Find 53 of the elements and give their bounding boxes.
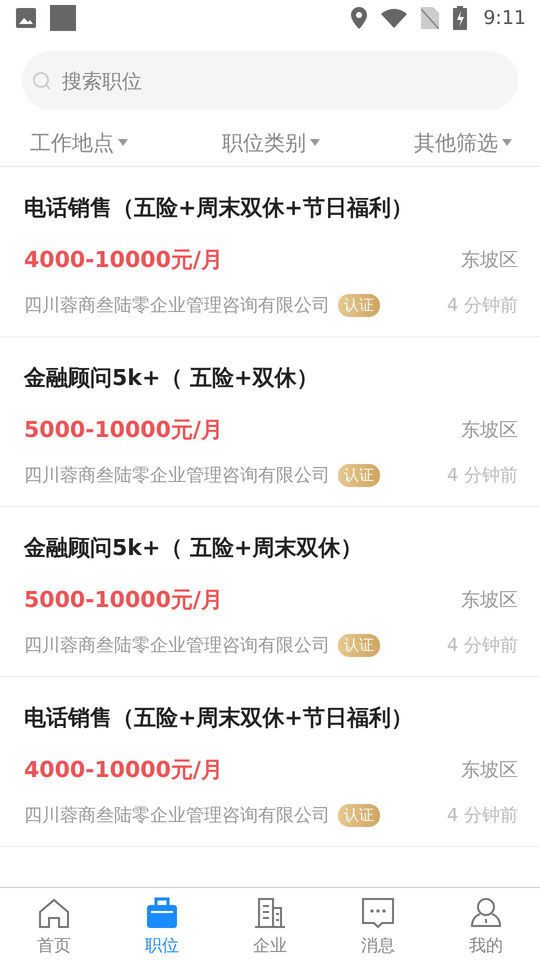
nav-tab[interactable]: 职位 bbox=[108, 888, 216, 960]
search-field[interactable]: 搜索职位 bbox=[22, 51, 518, 110]
company-name: 四川蓉商叁陆零企业管理咨询有限公司 bbox=[24, 294, 330, 317]
verified-badge: 认证 bbox=[338, 464, 380, 486]
search-icon bbox=[32, 71, 52, 91]
caret-icon bbox=[310, 139, 320, 147]
home-icon bbox=[37, 896, 71, 930]
job-title: 电话销售（五险+周末双休+节日福利） bbox=[24, 195, 414, 223]
posted-time: 4 分钟前 bbox=[446, 464, 518, 487]
chat-icon bbox=[361, 896, 395, 930]
salary: 4000-10000元/月 bbox=[24, 247, 223, 275]
company-name: 四川蓉商叁陆零企业管理咨询有限公司 bbox=[24, 464, 330, 487]
district: 东坡区 bbox=[461, 758, 518, 783]
caret-icon bbox=[502, 139, 512, 147]
filter-dropdown[interactable]: 工作地点 bbox=[30, 129, 128, 157]
verified-badge: 认证 bbox=[338, 804, 380, 826]
filter-dropdown[interactable]: 其他筛选 bbox=[414, 129, 512, 157]
caret-icon bbox=[118, 139, 128, 147]
building-icon bbox=[253, 896, 287, 930]
company-name: 四川蓉商叁陆零企业管理咨询有限公司 bbox=[24, 634, 330, 657]
salary: 5000-10000元/月 bbox=[24, 587, 223, 615]
briefcase-icon bbox=[145, 896, 179, 930]
posted-time: 4 分钟前 bbox=[446, 634, 518, 657]
image-icon bbox=[16, 8, 36, 28]
job-title: 金融顾问5k+（ 五险+周末双休） bbox=[24, 535, 364, 563]
salary: 5000-10000元/月 bbox=[24, 417, 223, 445]
nav-tab[interactable]: 首页 bbox=[0, 888, 108, 960]
district: 东坡区 bbox=[461, 588, 518, 613]
job-card[interactable]: 金融顾问5k+（ 五险+双休） 5000-10000元/月 东坡区 四川蓉商叁陆零企业管理咨询有限公司 认证 4 分钟前 bbox=[0, 337, 540, 507]
nav-tab[interactable]: 企业 bbox=[216, 888, 324, 960]
posted-time: 4 分钟前 bbox=[446, 804, 518, 827]
job-title: 金融顾问5k+（ 五险+双休） bbox=[24, 365, 320, 393]
wifi-icon bbox=[381, 8, 408, 28]
district: 东坡区 bbox=[461, 248, 518, 273]
filter-dropdown[interactable]: 职位类别 bbox=[222, 129, 320, 157]
job-card[interactable]: 金融顾问5k+（ 五险+周末双休） 5000-10000元/月 东坡区 四川蓉商叁陆零企业管理咨询有限公司 认证 4 分钟前 bbox=[0, 507, 540, 677]
no-sim-icon bbox=[421, 7, 440, 29]
battery-icon bbox=[453, 6, 468, 30]
verified-badge: 认证 bbox=[338, 294, 380, 316]
company-name: 四川蓉商叁陆零企业管理咨询有限公司 bbox=[24, 804, 330, 827]
clock-time: 9:11 bbox=[483, 7, 526, 29]
job-card[interactable]: 电话销售（五险+周末双休+节日福利） 4000-10000元/月 东坡区 四川蓉商叁陆零企业管理咨询有限公司 认证 4 分钟前 bbox=[0, 677, 540, 847]
nav-tab[interactable]: 我的 bbox=[432, 888, 540, 960]
district: 东坡区 bbox=[461, 418, 518, 443]
job-title: 电话销售（五险+周末双休+节日福利） bbox=[24, 705, 414, 733]
salary: 4000-10000元/月 bbox=[24, 757, 223, 785]
verified-badge: 认证 bbox=[338, 634, 380, 656]
job-card[interactable]: 电话销售（五险+周末双休+节日福利） 4000-10000元/月 东坡区 四川蓉商叁陆零企业管理咨询有限公司 认证 4 分钟前 bbox=[0, 167, 540, 337]
square-icon bbox=[50, 5, 76, 31]
posted-time: 4 分钟前 bbox=[446, 294, 518, 317]
nav-tab[interactable]: 消息 bbox=[324, 888, 432, 960]
location-icon bbox=[351, 7, 368, 29]
person-icon bbox=[469, 896, 503, 930]
